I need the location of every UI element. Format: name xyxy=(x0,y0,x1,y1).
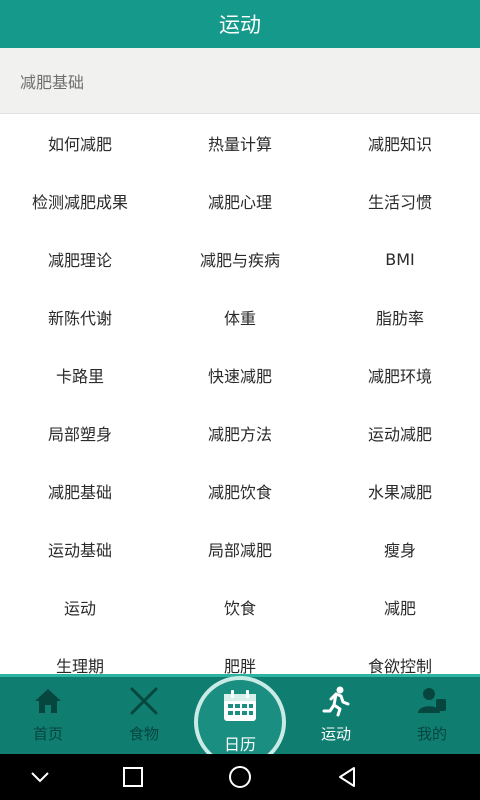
grid-row: 检测减肥成果 减肥心理 生活习惯 xyxy=(0,172,480,230)
grid-row: 运动 饮食 减肥 xyxy=(0,578,480,636)
system-navigation-bar xyxy=(0,754,480,800)
grid-row: 减肥基础 减肥饮食 水果减肥 xyxy=(0,462,480,520)
section-header: 减肥基础 xyxy=(0,48,480,114)
grid-row: 运动基础 局部减肥 瘦身 xyxy=(0,520,480,578)
topic-item[interactable]: 瘦身 xyxy=(320,520,480,578)
grid-row: 新陈代谢 体重 脂肪率 xyxy=(0,288,480,346)
grid-row: 如何减肥 热量计算 减肥知识 xyxy=(0,114,480,172)
nav-recents-icon[interactable] xyxy=(93,754,173,800)
topic-grid: 如何减肥 热量计算 减肥知识 检测减肥成果 减肥心理 生活习惯 减肥理论 减肥与… xyxy=(0,114,480,684)
topic-item[interactable]: 运动减肥 xyxy=(320,404,480,462)
topic-item[interactable]: 检测减肥成果 xyxy=(0,172,160,230)
topic-item[interactable]: 水果减肥 xyxy=(320,462,480,520)
utensils-icon xyxy=(127,685,161,717)
topic-item[interactable]: 减肥环境 xyxy=(320,346,480,404)
topic-item[interactable]: 脂肪率 xyxy=(320,288,480,346)
user-icon xyxy=(415,685,449,717)
topic-item[interactable]: 减肥理论 xyxy=(0,230,160,288)
topic-item[interactable]: 运动 xyxy=(0,578,160,636)
topic-item[interactable]: 减肥 xyxy=(320,578,480,636)
tab-food-label: 食物 xyxy=(128,725,159,743)
topic-item[interactable]: 减肥基础 xyxy=(0,462,160,520)
tab-food[interactable]: 食物 xyxy=(96,685,192,749)
grid-row: 卡路里 快速减肥 减肥环境 xyxy=(0,346,480,404)
nav-home-icon[interactable] xyxy=(200,754,280,800)
calendar-label: 日历 xyxy=(223,735,256,754)
topic-item[interactable]: 生活习惯 xyxy=(320,172,480,230)
topic-item[interactable]: 热量计算 xyxy=(160,114,320,172)
nav-back-icon[interactable] xyxy=(307,754,387,800)
topic-item[interactable]: 运动基础 xyxy=(0,520,160,578)
topic-item[interactable]: 卡路里 xyxy=(0,346,160,404)
tab-home-label: 首页 xyxy=(32,725,63,743)
page-title: 运动 xyxy=(219,13,261,37)
topic-item[interactable]: 减肥知识 xyxy=(320,114,480,172)
topic-item[interactable]: 体重 xyxy=(160,288,320,346)
topic-item[interactable]: 减肥方法 xyxy=(160,404,320,462)
topic-item[interactable]: 新陈代谢 xyxy=(0,288,160,346)
calendar-icon xyxy=(222,689,258,727)
nav-chevron-down-icon[interactable] xyxy=(0,754,80,800)
topic-item[interactable]: 快速减肥 xyxy=(160,346,320,404)
section-title: 减肥基础 xyxy=(20,72,85,92)
top-bar: 运动 xyxy=(0,0,480,48)
topic-item[interactable]: 局部塑身 xyxy=(0,404,160,462)
grid-row: 局部塑身 减肥方法 运动减肥 xyxy=(0,404,480,462)
tab-home[interactable]: 首页 xyxy=(0,685,96,749)
topic-item[interactable]: 饮食 xyxy=(160,578,320,636)
grid-row: 减肥理论 减肥与疾病 BMI xyxy=(0,230,480,288)
home-icon xyxy=(31,685,65,717)
topic-item[interactable]: 减肥与疾病 xyxy=(160,230,320,288)
topic-item[interactable]: BMI xyxy=(320,230,480,288)
topic-item[interactable]: 如何减肥 xyxy=(0,114,160,172)
tab-mine[interactable]: 我的 xyxy=(384,685,480,749)
tab-sport-label: 运动 xyxy=(320,725,351,743)
tab-mine-label: 我的 xyxy=(416,725,447,743)
tab-sport[interactable]: 运动 xyxy=(288,685,384,749)
topic-item[interactable]: 减肥心理 xyxy=(160,172,320,230)
running-icon xyxy=(319,685,353,717)
topic-item[interactable]: 局部减肥 xyxy=(160,520,320,578)
topic-item[interactable]: 减肥饮食 xyxy=(160,462,320,520)
